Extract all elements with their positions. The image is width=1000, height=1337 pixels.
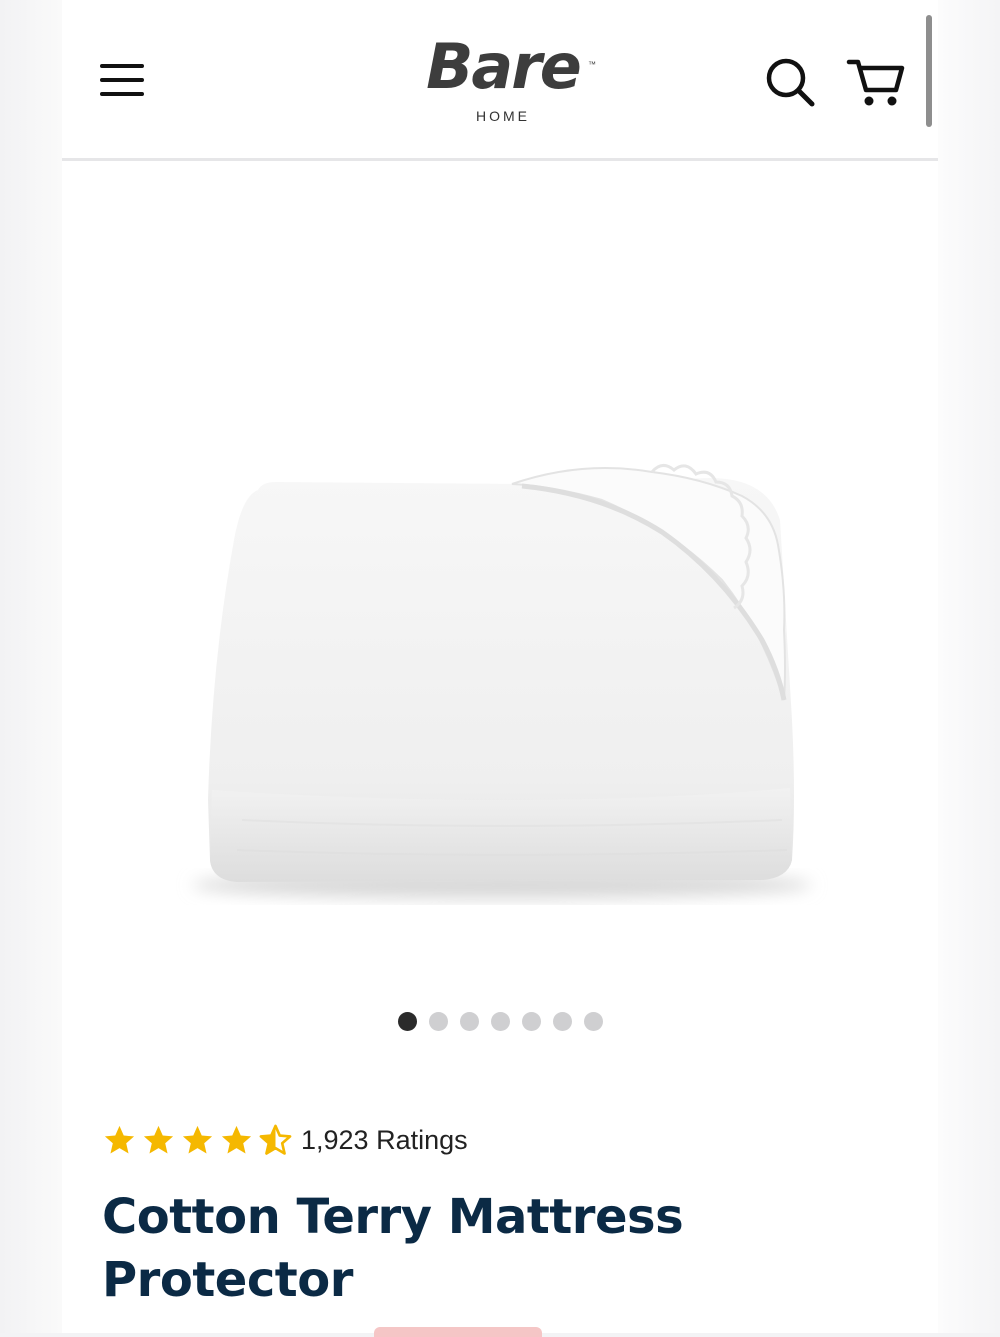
site-header: Bare ™ HOME xyxy=(62,0,938,161)
scrollbar[interactable] xyxy=(926,15,932,127)
sale-badge xyxy=(374,1327,542,1337)
search-icon xyxy=(766,58,815,107)
gallery-dot-7[interactable] xyxy=(584,1012,603,1031)
gallery-dot-1[interactable] xyxy=(398,1012,417,1031)
star-full-icon xyxy=(182,1125,213,1153)
menu-button[interactable] xyxy=(98,58,146,102)
trademark-mark: ™ xyxy=(588,60,596,69)
cart-icon xyxy=(846,59,905,106)
star-full-icon xyxy=(104,1125,135,1153)
product-title-line-2: Protector xyxy=(102,1252,353,1308)
folded-mattress-protector-image xyxy=(192,464,812,899)
star-half-icon xyxy=(259,1124,292,1155)
gallery-dot-6[interactable] xyxy=(553,1012,572,1031)
search-button[interactable] xyxy=(762,54,818,110)
gallery-dot-4[interactable] xyxy=(491,1012,510,1031)
page-left-margin xyxy=(0,0,62,1333)
gallery-pagination xyxy=(398,1012,603,1032)
gallery-dot-3[interactable] xyxy=(460,1012,479,1031)
star-full-icon xyxy=(221,1125,252,1153)
brand-logo[interactable]: Bare ™ HOME xyxy=(398,30,608,130)
brand-logo-word: Bare xyxy=(426,30,582,103)
star-rating xyxy=(102,1123,293,1158)
cart-button[interactable] xyxy=(846,54,906,110)
gallery-dot-2[interactable] xyxy=(429,1012,448,1031)
product-title-line-1: Cotton Terry Mattress xyxy=(102,1189,684,1245)
ratings-count[interactable]: 1,923 Ratings xyxy=(301,1125,468,1156)
hamburger-menu-icon-bar xyxy=(100,92,144,96)
hamburger-menu-icon xyxy=(100,64,144,68)
product-title: Cotton Terry Mattress Protector xyxy=(102,1186,742,1312)
product-rating[interactable]: 1,923 Ratings xyxy=(102,1120,468,1160)
star-full-icon xyxy=(143,1125,174,1153)
hamburger-menu-icon-bar xyxy=(100,78,144,82)
brand-logo-subtitle: HOME xyxy=(476,108,530,124)
product-image[interactable] xyxy=(62,160,938,990)
gallery-dot-5[interactable] xyxy=(522,1012,541,1031)
page-right-margin xyxy=(938,0,1000,1333)
product-page: Bare ™ HOME 1,923 Ratings Cotton Terry M… xyxy=(62,0,938,1337)
